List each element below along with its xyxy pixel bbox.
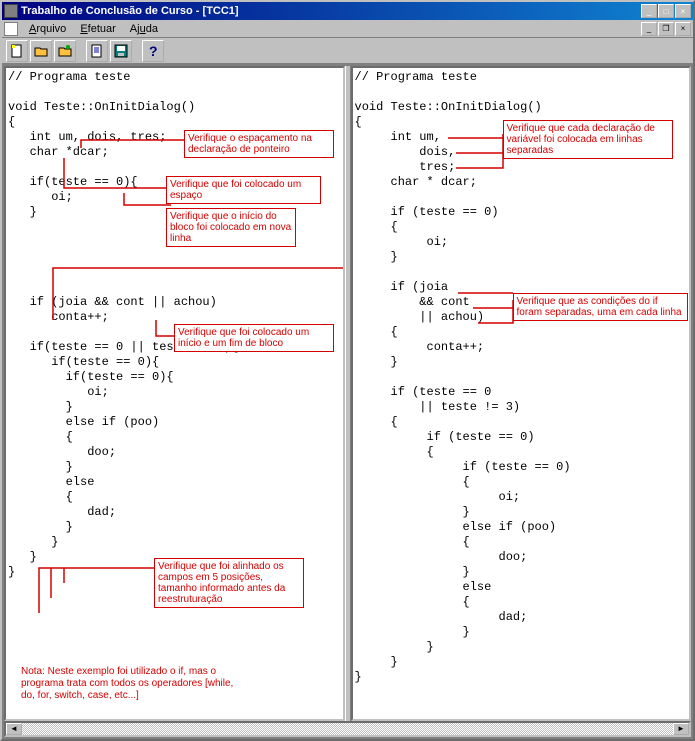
annotation-space-added: Verifique que foi colocado um espaço [166,176,321,204]
help-button[interactable]: ? [142,40,164,62]
save-button[interactable] [110,40,132,62]
annotation-var-lines: Verifique que cada declaração de variáve… [503,120,673,159]
left-code[interactable]: // Programa teste void Teste::OnInitDial… [6,68,343,719]
new-button[interactable] [6,40,28,62]
scroll-right-button[interactable]: ► [673,723,689,735]
annotation-alignment: Verifique que foi alinhado os campos em … [154,558,304,608]
menu-exec[interactable]: Efetuar [73,23,122,35]
close-button[interactable]: × [675,4,691,18]
annotation-pointer-spacing: Verifique o espaçamento na declaração de… [184,130,334,158]
minimize-button[interactable]: _ [641,4,657,18]
workarea: // Programa teste void Teste::OnInitDial… [2,64,693,739]
toolbar: ? [2,38,693,64]
annotation-block-begin-end: Verifique que foi colocado um início e u… [174,324,334,352]
open-button[interactable] [30,40,52,62]
annotation-note: Nota: Neste exemplo foi utilizado o if, … [21,666,246,702]
split-panes: // Programa teste void Teste::OnInitDial… [4,66,691,721]
horizontal-scrollbar[interactable]: ◄ ► [4,721,691,737]
open2-button[interactable] [54,40,76,62]
maximize-button[interactable]: □ [658,4,674,18]
titlebar: Trabalho de Conclusão de Curso - [TCC1] … [2,2,693,20]
mdi-close-button[interactable]: × [675,22,691,36]
left-pane: // Programa teste void Teste::OnInitDial… [4,66,345,721]
main-window: Trabalho de Conclusão de Curso - [TCC1] … [0,0,695,741]
menu-help[interactable]: Ajuda [123,23,165,35]
menu-file[interactable]: Arquivo [22,23,73,35]
mdi-doc-icon[interactable] [4,22,18,36]
right-pane: // Programa teste void Teste::OnInitDial… [351,66,692,721]
right-code[interactable]: // Programa teste void Teste::OnInitDial… [353,68,690,719]
doc-button[interactable] [86,40,108,62]
svg-text:?: ? [149,43,158,59]
window-title: Trabalho de Conclusão de Curso - [TCC1] [21,5,641,17]
scroll-left-button[interactable]: ◄ [6,723,22,735]
app-icon [4,4,18,18]
scroll-track[interactable] [22,723,673,735]
annotation-block-newline: Verifique que o início do bloco foi colo… [166,208,296,247]
window-buttons: _ □ × [641,4,691,18]
menu-bar: Arquivo Efetuar Ajuda _ ❐ × [2,20,693,38]
annotation-cond-lines: Verifique que as condições do if foram s… [513,293,688,321]
mdi-restore-button[interactable]: ❐ [658,22,674,36]
mdi-minimize-button[interactable]: _ [641,22,657,36]
